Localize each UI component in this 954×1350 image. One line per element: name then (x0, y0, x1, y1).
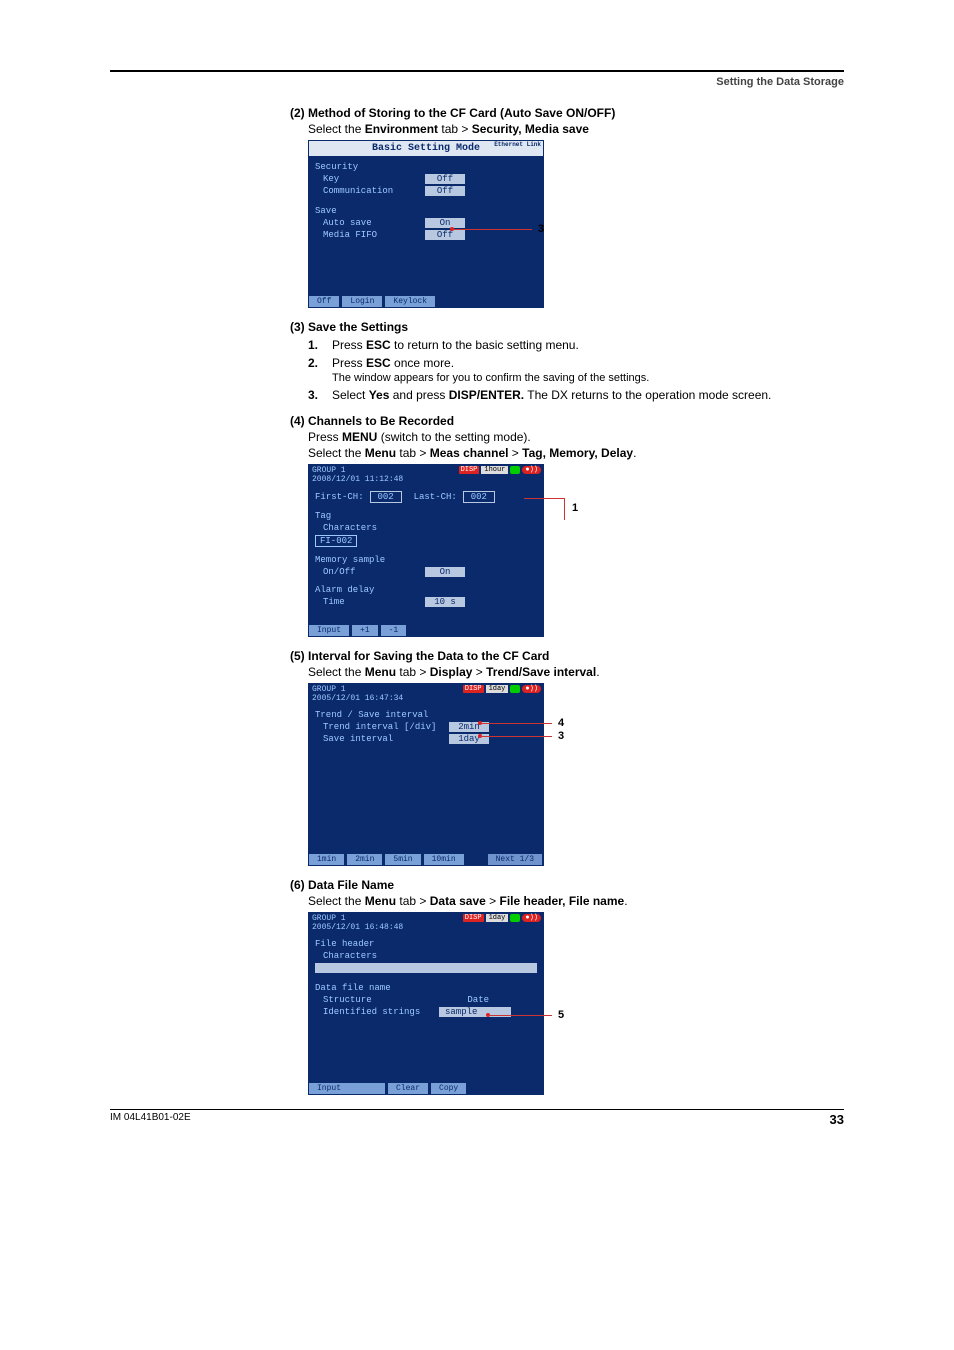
section-2: (2) Method of Storing to the CF Card (Au… (290, 106, 844, 308)
sec3-title: (3) Save the Settings (290, 320, 844, 334)
fbtn-minus1[interactable]: -1 (381, 625, 408, 636)
fbtn-next[interactable]: Next 1/3 (488, 854, 543, 865)
section-5: (5) Interval for Saving the Data to the … (290, 649, 844, 866)
callout-4: 4 (558, 717, 564, 729)
header-rule (110, 70, 844, 72)
fbtn-input[interactable]: Input (309, 1083, 386, 1094)
running-head: Setting the Data Storage (110, 76, 844, 88)
camera-icon (510, 914, 520, 922)
time-badge: 1day (486, 685, 509, 693)
sec6-device-wrap: GROUP 12005/12/01 16:48:48 DISP 1day ●))… (290, 912, 590, 1095)
sec6-device: GROUP 12005/12/01 16:48:48 DISP 1day ●))… (308, 912, 544, 1095)
sec4-l1: Press MENU (switch to the setting mode). (308, 430, 844, 444)
sec2-instr: Select the Environment tab > Security, M… (308, 122, 844, 136)
fbtn-plus1[interactable]: +1 (352, 625, 379, 636)
sec2-dev-body: Security KeyOff CommunicationOff Save Au… (309, 156, 543, 296)
structure-val: Date (449, 995, 489, 1005)
fbtn-clear[interactable]: Clear (388, 1083, 429, 1094)
fbtn-1min[interactable]: 1min (309, 854, 345, 865)
sec4-device-wrap: GROUP 12008/12/01 11:12:48 DISP 1hour ●)… (290, 464, 590, 637)
fbtn-copy[interactable]: Copy (431, 1083, 467, 1094)
sec4-l2: Select the Menu tab > Meas channel > Tag… (308, 446, 844, 460)
fbtn-2min[interactable]: 2min (347, 854, 383, 865)
disp-badge: DISP (463, 685, 484, 693)
ethernet-badge: Ethernet Link (494, 142, 541, 148)
fbtn-login[interactable]: Login (342, 296, 383, 307)
sec5-dev-titlebar: GROUP 12005/12/01 16:47:34 DISP 1day ●)) (309, 684, 543, 704)
page: Setting the Data Storage (2) Method of S… (0, 0, 954, 1167)
sec3-steps: 1. Press ESC to return to the basic sett… (308, 338, 844, 402)
sec6-dev-footer: Input Clear Copy (309, 1083, 543, 1094)
sec5-dev-footer: 1min 2min 5min 10min Next 1/3 (309, 854, 543, 865)
alarm-time[interactable]: 10 s (425, 597, 465, 607)
callout-3: 3 (538, 223, 544, 235)
sec6-instr: Select the Menu tab > Data save > File h… (308, 894, 844, 908)
sec4-title: (4) Channels to Be Recorded (290, 414, 844, 428)
disp-badge: DISP (463, 914, 484, 922)
fbtn-keylock[interactable]: Keylock (385, 296, 436, 307)
comm-val[interactable]: Off (425, 186, 465, 196)
step-2: 2. Press ESC once more. The window appea… (308, 356, 844, 384)
section-3: (3) Save the Settings 1. Press ESC to re… (290, 320, 844, 402)
doc-id: IM 04L41B01-02E (110, 1112, 191, 1127)
fbtn-off[interactable]: Off (309, 296, 340, 307)
mem-onoff[interactable]: On (425, 567, 465, 577)
callout-3b: 3 (558, 730, 564, 742)
fbtn-10min[interactable]: 10min (424, 854, 465, 865)
sec4-dev-footer: Input +1 -1 (309, 625, 543, 636)
page-number: 33 (830, 1112, 844, 1127)
time-badge: 1hour (481, 466, 508, 474)
camera-icon (510, 466, 520, 474)
sec6-title: (6) Data File Name (290, 878, 844, 892)
tag-chars[interactable]: FI-002 (315, 535, 357, 547)
sec5-title: (5) Interval for Saving the Data to the … (290, 649, 844, 663)
callout-1: 1 (572, 502, 578, 514)
page-footer: IM 04L41B01-02E 33 (110, 1109, 844, 1127)
sec5-device-wrap: GROUP 12005/12/01 16:47:34 DISP 1day ●))… (290, 683, 590, 866)
sec2-dev-footer: Off Login Keylock (309, 296, 543, 307)
step-1: 1. Press ESC to return to the basic sett… (308, 338, 844, 352)
autosave-val[interactable]: On (425, 218, 465, 228)
section-6: (6) Data File Name Select the Menu tab >… (290, 878, 844, 1095)
callout-line (452, 229, 532, 230)
section-4: (4) Channels to Be Recorded Press MENU (… (290, 414, 844, 637)
key-val[interactable]: Off (425, 174, 465, 184)
callout-5: 5 (558, 1009, 564, 1021)
sec5-dev-body: Trend / Save interval Trend interval [/d… (309, 704, 543, 854)
media-val[interactable]: Off (425, 230, 465, 240)
sec6-dev-body: File header Characters Data file name St… (309, 933, 543, 1083)
fbtn-input[interactable]: Input (309, 625, 350, 636)
sec5-instr: Select the Menu tab > Display > Trend/Sa… (308, 665, 844, 679)
time-badge: 1day (486, 914, 509, 922)
disp-badge: DISP (459, 466, 480, 474)
sec2-device: Basic Setting Mode Ethernet Link Securit… (308, 140, 544, 308)
sec2-dev-title: Basic Setting Mode Ethernet Link (309, 141, 543, 156)
step-3: 3. Select Yes and press DISP/ENTER. The … (308, 388, 844, 402)
sec5-device: GROUP 12005/12/01 16:47:34 DISP 1day ●))… (308, 683, 544, 866)
last-ch[interactable]: 002 (463, 491, 495, 503)
first-ch[interactable]: 002 (370, 491, 402, 503)
rec-icon: ●)) (522, 914, 541, 922)
camera-icon (510, 685, 520, 693)
sec4-dev-body: First-CH: 002 Last-CH: 002 Tag Character… (309, 485, 543, 625)
chars-input[interactable] (315, 963, 537, 973)
sec2-device-wrap: Basic Setting Mode Ethernet Link Securit… (290, 140, 590, 308)
rec-icon: ●)) (522, 466, 541, 474)
sec4-device: GROUP 12008/12/01 11:12:48 DISP 1hour ●)… (308, 464, 544, 637)
sec6-dev-titlebar: GROUP 12005/12/01 16:48:48 DISP 1day ●)) (309, 913, 543, 933)
rec-icon: ●)) (522, 685, 541, 693)
fbtn-5min[interactable]: 5min (385, 854, 421, 865)
sec4-dev-titlebar: GROUP 12008/12/01 11:12:48 DISP 1hour ●)… (309, 465, 543, 485)
sec2-title: (2) Method of Storing to the CF Card (Au… (290, 106, 844, 120)
